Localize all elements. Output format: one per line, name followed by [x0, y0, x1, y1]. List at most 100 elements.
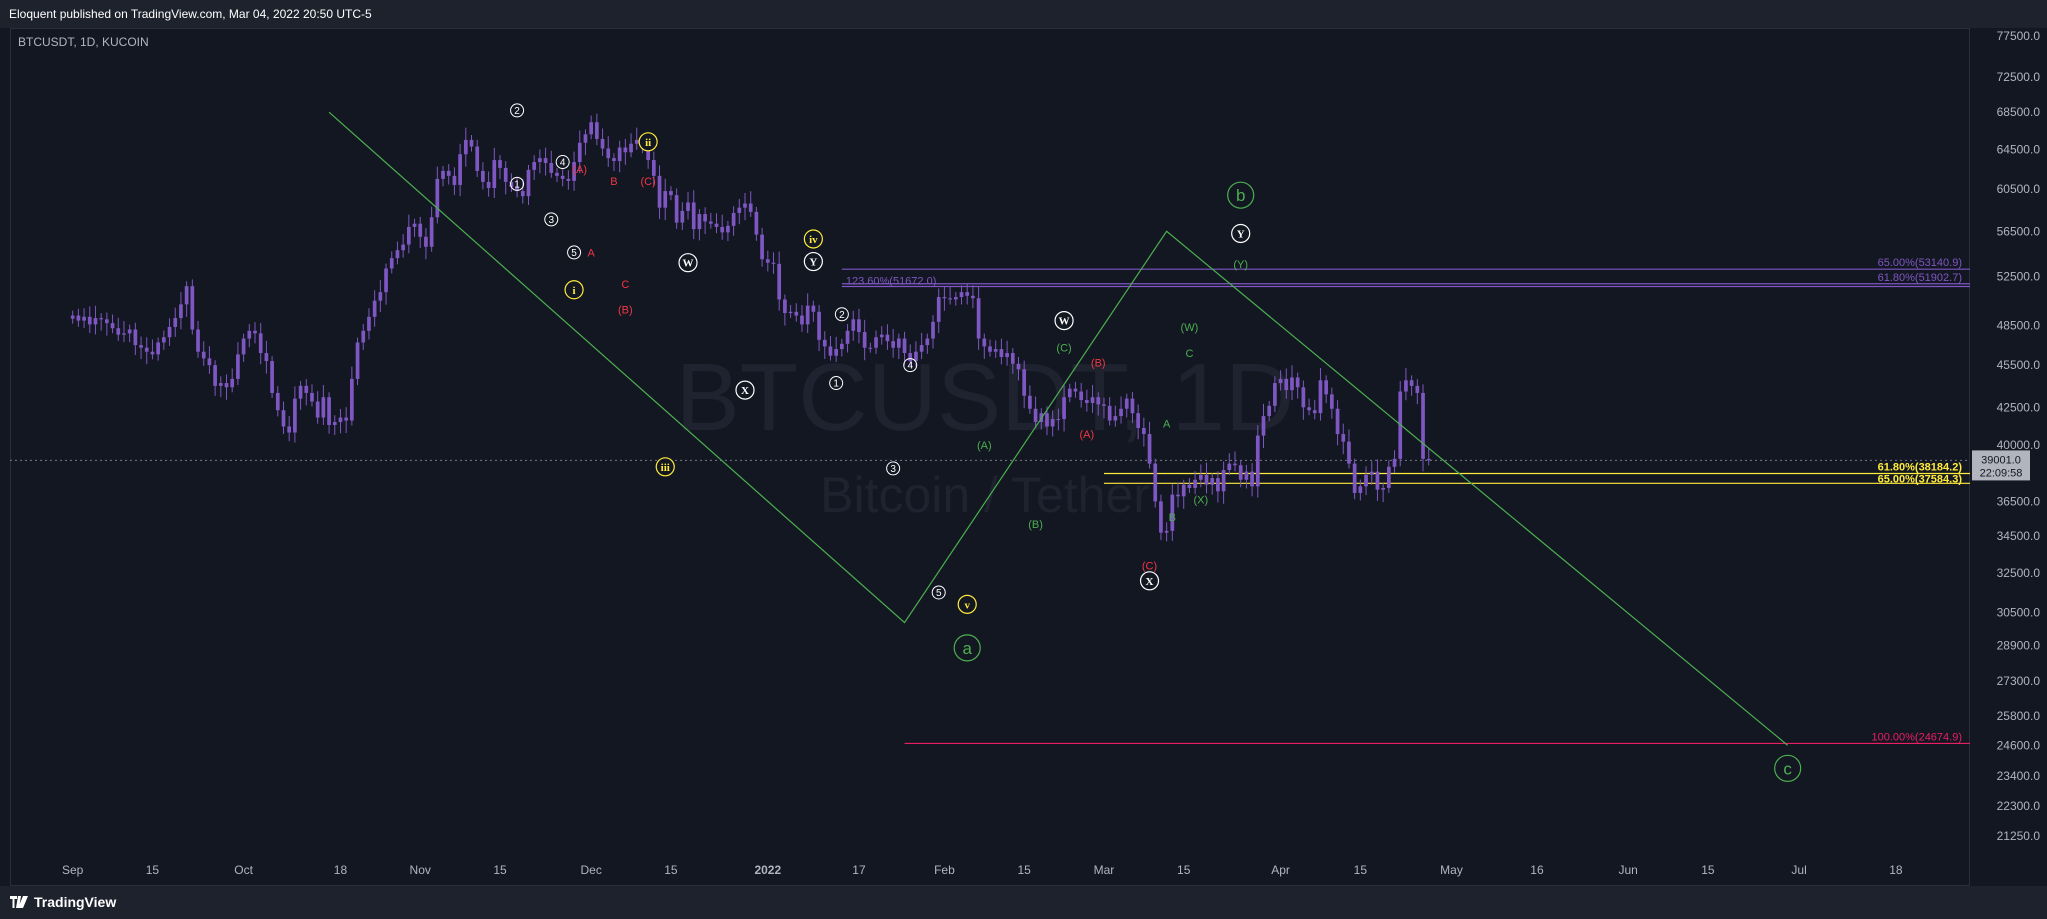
tradingview-logo-icon [10, 896, 28, 908]
candle-body [492, 160, 497, 188]
wave-label: iv [809, 234, 818, 246]
candle-body [1341, 434, 1346, 442]
wave-label: B [610, 176, 617, 188]
wave-label: 5 [936, 588, 942, 599]
candle-body [634, 139, 639, 144]
wave-label: 5 [571, 248, 577, 259]
candle-body [771, 262, 776, 264]
candle-body [70, 315, 75, 319]
candle-body [1176, 494, 1180, 497]
candle-body [327, 397, 331, 426]
candle-body [663, 191, 668, 208]
wave-label: (X) [1193, 495, 1208, 507]
candle-body [1028, 395, 1032, 409]
candle-body [851, 319, 856, 331]
x-tick-label: 17 [852, 863, 866, 877]
candle-body [1278, 378, 1283, 384]
candle-body [395, 250, 400, 259]
candle-body [213, 365, 217, 386]
candle-body [1062, 397, 1066, 420]
x-tick-label: Apr [1271, 863, 1290, 877]
x-tick-label: Dec [580, 863, 601, 877]
y-tick-label: 30500.0 [1997, 605, 2041, 619]
candle-body [127, 329, 132, 334]
candle-body [948, 298, 952, 300]
candle-body [1005, 353, 1009, 358]
candle-body [971, 295, 975, 299]
candle-body [1290, 377, 1294, 391]
candle-body [144, 347, 149, 352]
candle-body [105, 319, 109, 324]
wave-label: (A) [572, 164, 587, 176]
x-tick-label: 15 [1018, 863, 1032, 877]
candle-body [173, 318, 178, 327]
wave-label: (C) [1142, 561, 1157, 573]
candle-body [207, 358, 212, 366]
y-tick-label: 32500.0 [1997, 566, 2041, 580]
candle-body [486, 181, 491, 188]
candle-body [469, 139, 474, 147]
candle-body [777, 263, 782, 300]
candle-body [355, 342, 360, 379]
x-tick-label: 15 [664, 863, 678, 877]
x-tick-label: 15 [1177, 863, 1191, 877]
candle-body [1016, 363, 1021, 370]
candle-body [150, 351, 155, 355]
candle-body [976, 298, 981, 339]
candle-body [577, 142, 582, 163]
candle-body [1255, 435, 1260, 487]
fib-level-label: 65.00%(37584.3) [1878, 473, 1963, 485]
x-tick-label: 18 [1889, 863, 1903, 877]
candle-body [1324, 380, 1329, 395]
candle-body [1067, 388, 1072, 398]
x-tick-label: 18 [334, 863, 348, 877]
y-tick-label: 45500.0 [1997, 358, 2041, 372]
candle-body [156, 342, 160, 355]
candle-body [520, 191, 525, 197]
candle-body [498, 160, 502, 168]
candle-body [315, 401, 320, 418]
candle-body [868, 347, 873, 349]
y-tick-label: 56500.0 [1997, 224, 2041, 238]
candle-body [885, 334, 890, 342]
candle-body [258, 333, 263, 354]
wave-label: B [1169, 512, 1176, 524]
candle-body [788, 311, 793, 314]
candle-body [350, 378, 354, 421]
candle-body [526, 169, 531, 197]
wave-label: v [964, 599, 970, 611]
candle-body [680, 210, 685, 223]
y-tick-label: 28900.0 [1997, 639, 2041, 653]
candle-body [241, 338, 246, 355]
candle-body [1193, 479, 1197, 488]
candle-body [378, 292, 383, 301]
x-tick-label: Feb [934, 863, 955, 877]
wave-label: X [1146, 576, 1154, 588]
candle-body [1119, 408, 1123, 417]
candle-body [651, 160, 656, 176]
wave-label: C [621, 279, 629, 291]
wave-label: 1 [514, 179, 520, 190]
candle-body [218, 383, 223, 386]
candle-body [167, 326, 172, 338]
wave-label: iii [661, 462, 670, 474]
candle-body [1307, 407, 1311, 411]
watermark-name: Bitcoin / Tether [820, 467, 1150, 523]
candle-body [1164, 530, 1169, 533]
x-tick-label: Nov [410, 863, 431, 877]
candle-body [566, 178, 571, 181]
candle-body [1273, 383, 1277, 406]
tradingview-logo[interactable]: TradingView [10, 894, 116, 910]
candle-body [1375, 471, 1380, 490]
candle-body [1073, 388, 1078, 392]
candle-body [731, 212, 736, 226]
price-chart[interactable]: BTCUSDT, 1D, KUCOIN BTCUSDT, 1D Bitcoin / … [0, 0, 2047, 919]
brand-name: TradingView [34, 894, 117, 910]
wave-label: b [1236, 186, 1245, 205]
candle-body [703, 214, 707, 222]
candle-body [76, 315, 81, 321]
candle-body [708, 221, 713, 224]
candle-body [1204, 474, 1209, 485]
x-tick-label: 15 [1354, 863, 1368, 877]
candle-body [925, 338, 930, 346]
